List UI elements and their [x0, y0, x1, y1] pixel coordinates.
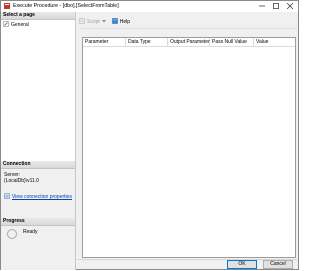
- progress-spinner-icon: [7, 229, 17, 239]
- column-header-output-parameter[interactable]: Output Parameter: [168, 38, 210, 46]
- maximize-button[interactable]: [269, 1, 283, 11]
- left-pane: Select a page General Connection Server:…: [1, 12, 76, 270]
- script-icon: [79, 17, 85, 26]
- help-icon: [112, 17, 118, 26]
- help-button[interactable]: Help: [112, 17, 131, 26]
- column-header-pass-null-value[interactable]: Pass Null Value: [210, 38, 254, 46]
- page-list: General: [1, 20, 75, 166]
- script-button[interactable]: Script: [79, 17, 106, 26]
- page-item-label: General: [11, 21, 29, 28]
- column-header-parameter[interactable]: Parameter: [83, 38, 126, 46]
- toolbar: Script Help: [79, 17, 199, 26]
- close-icon: [287, 3, 293, 9]
- column-header-data-type[interactable]: Data Type: [126, 38, 168, 46]
- maximize-icon: [273, 3, 279, 9]
- select-page-header: Select a page: [1, 12, 75, 20]
- window-title: Execute Procedure - [dbo].[SelectFromTab…: [13, 3, 119, 9]
- ok-button[interactable]: OK: [227, 260, 257, 269]
- wrench-page-icon: [3, 20, 9, 29]
- script-label: Script: [87, 18, 100, 25]
- cancel-button[interactable]: Cancel: [263, 260, 293, 269]
- view-connection-properties-label: View connection properties: [12, 194, 72, 200]
- minimize-button[interactable]: [255, 1, 269, 11]
- close-button[interactable]: [283, 1, 297, 11]
- title-bar: Execute Procedure - [dbo].[SelectFromTab…: [1, 1, 298, 12]
- help-label: Help: [119, 18, 131, 25]
- server-value: (LocalDb)\v11.0: [4, 178, 39, 184]
- chevron-down-icon: [101, 19, 106, 25]
- execute-procedure-dialog: Execute Procedure - [dbo].[SelectFromTab…: [0, 0, 299, 270]
- progress-status: Ready: [23, 229, 38, 235]
- toolbar-divider: [79, 28, 297, 29]
- view-connection-properties-link[interactable]: View connection properties: [4, 193, 72, 201]
- app-icon: [4, 3, 10, 9]
- progress-area: Ready: [4, 226, 74, 246]
- page-item-general[interactable]: General: [3, 20, 29, 29]
- connection-info: Server: (LocalDb)\v11.0: [4, 172, 74, 184]
- minimize-icon: [259, 5, 265, 7]
- properties-icon: [4, 193, 10, 201]
- column-header-value[interactable]: Value: [254, 38, 295, 46]
- connection-header: Connection: [1, 161, 75, 169]
- parameters-grid[interactable]: Parameter Data Type Output Parameter Pas…: [82, 37, 296, 258]
- grid-header: Parameter Data Type Output Parameter Pas…: [83, 38, 295, 47]
- progress-header: Progress: [1, 218, 75, 226]
